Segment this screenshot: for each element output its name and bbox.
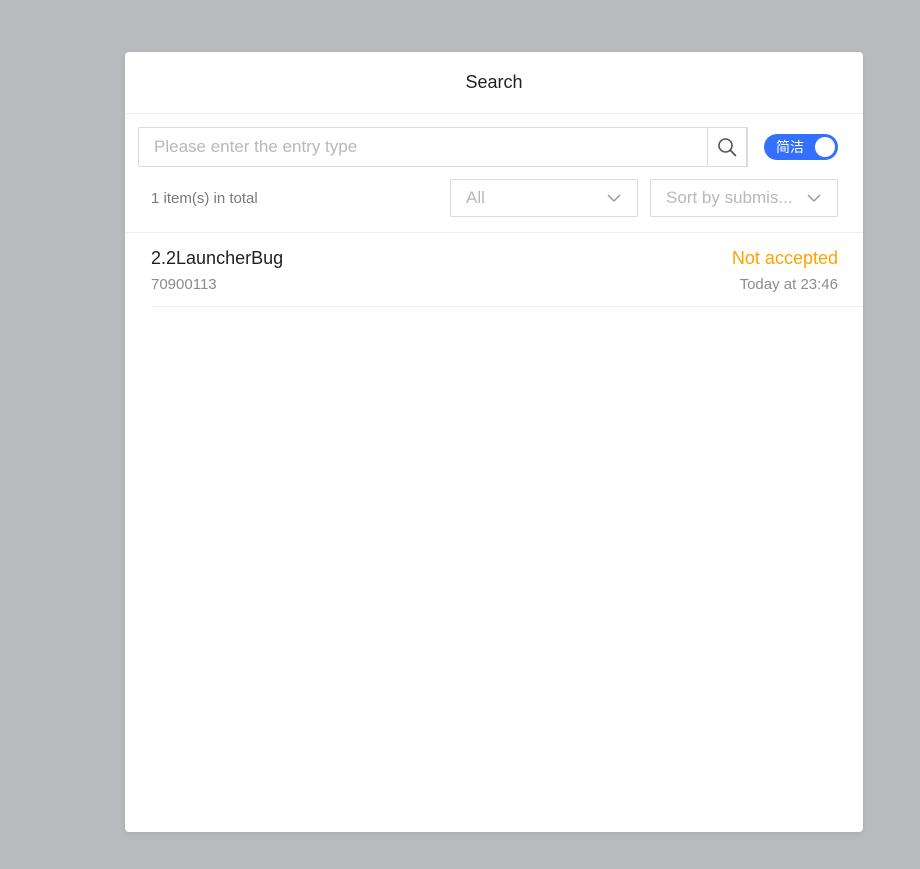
search-icon <box>718 138 737 157</box>
type-filter-select[interactable]: All <box>450 179 638 217</box>
item-status: Not accepted <box>731 248 838 268</box>
filter-row: 1 item(s) in total All Sort by submis... <box>125 179 863 219</box>
item-time: Today at 23:46 <box>739 276 838 293</box>
chevron-down-icon <box>807 194 821 203</box>
item-name: 2.2LauncherBug <box>151 248 284 268</box>
dialog-title: Search <box>465 72 523 92</box>
search-row: 简洁 <box>138 127 838 167</box>
search-button[interactable] <box>707 127 747 167</box>
concise-toggle[interactable]: 简洁 <box>764 134 838 160</box>
dialog-header: Search <box>125 52 863 114</box>
search-box <box>138 127 748 167</box>
sort-select[interactable]: Sort by submis... <box>650 179 838 217</box>
total-count: 1 item(s) in total <box>151 190 258 207</box>
search-input[interactable] <box>139 129 747 165</box>
toggle-label: 简洁 <box>776 140 804 156</box>
item-id: 70900113 <box>151 276 217 293</box>
list-item[interactable]: 2.2LauncherBug 70900113 Not accepted Tod… <box>151 233 863 307</box>
toggle-knob <box>815 137 835 157</box>
type-filter-value: All <box>466 188 485 207</box>
search-dialog: Search 简洁 1 item(s) in total All Sort by… <box>125 52 863 832</box>
chevron-down-icon <box>607 194 621 203</box>
sort-select-value: Sort by submis... <box>666 188 793 207</box>
